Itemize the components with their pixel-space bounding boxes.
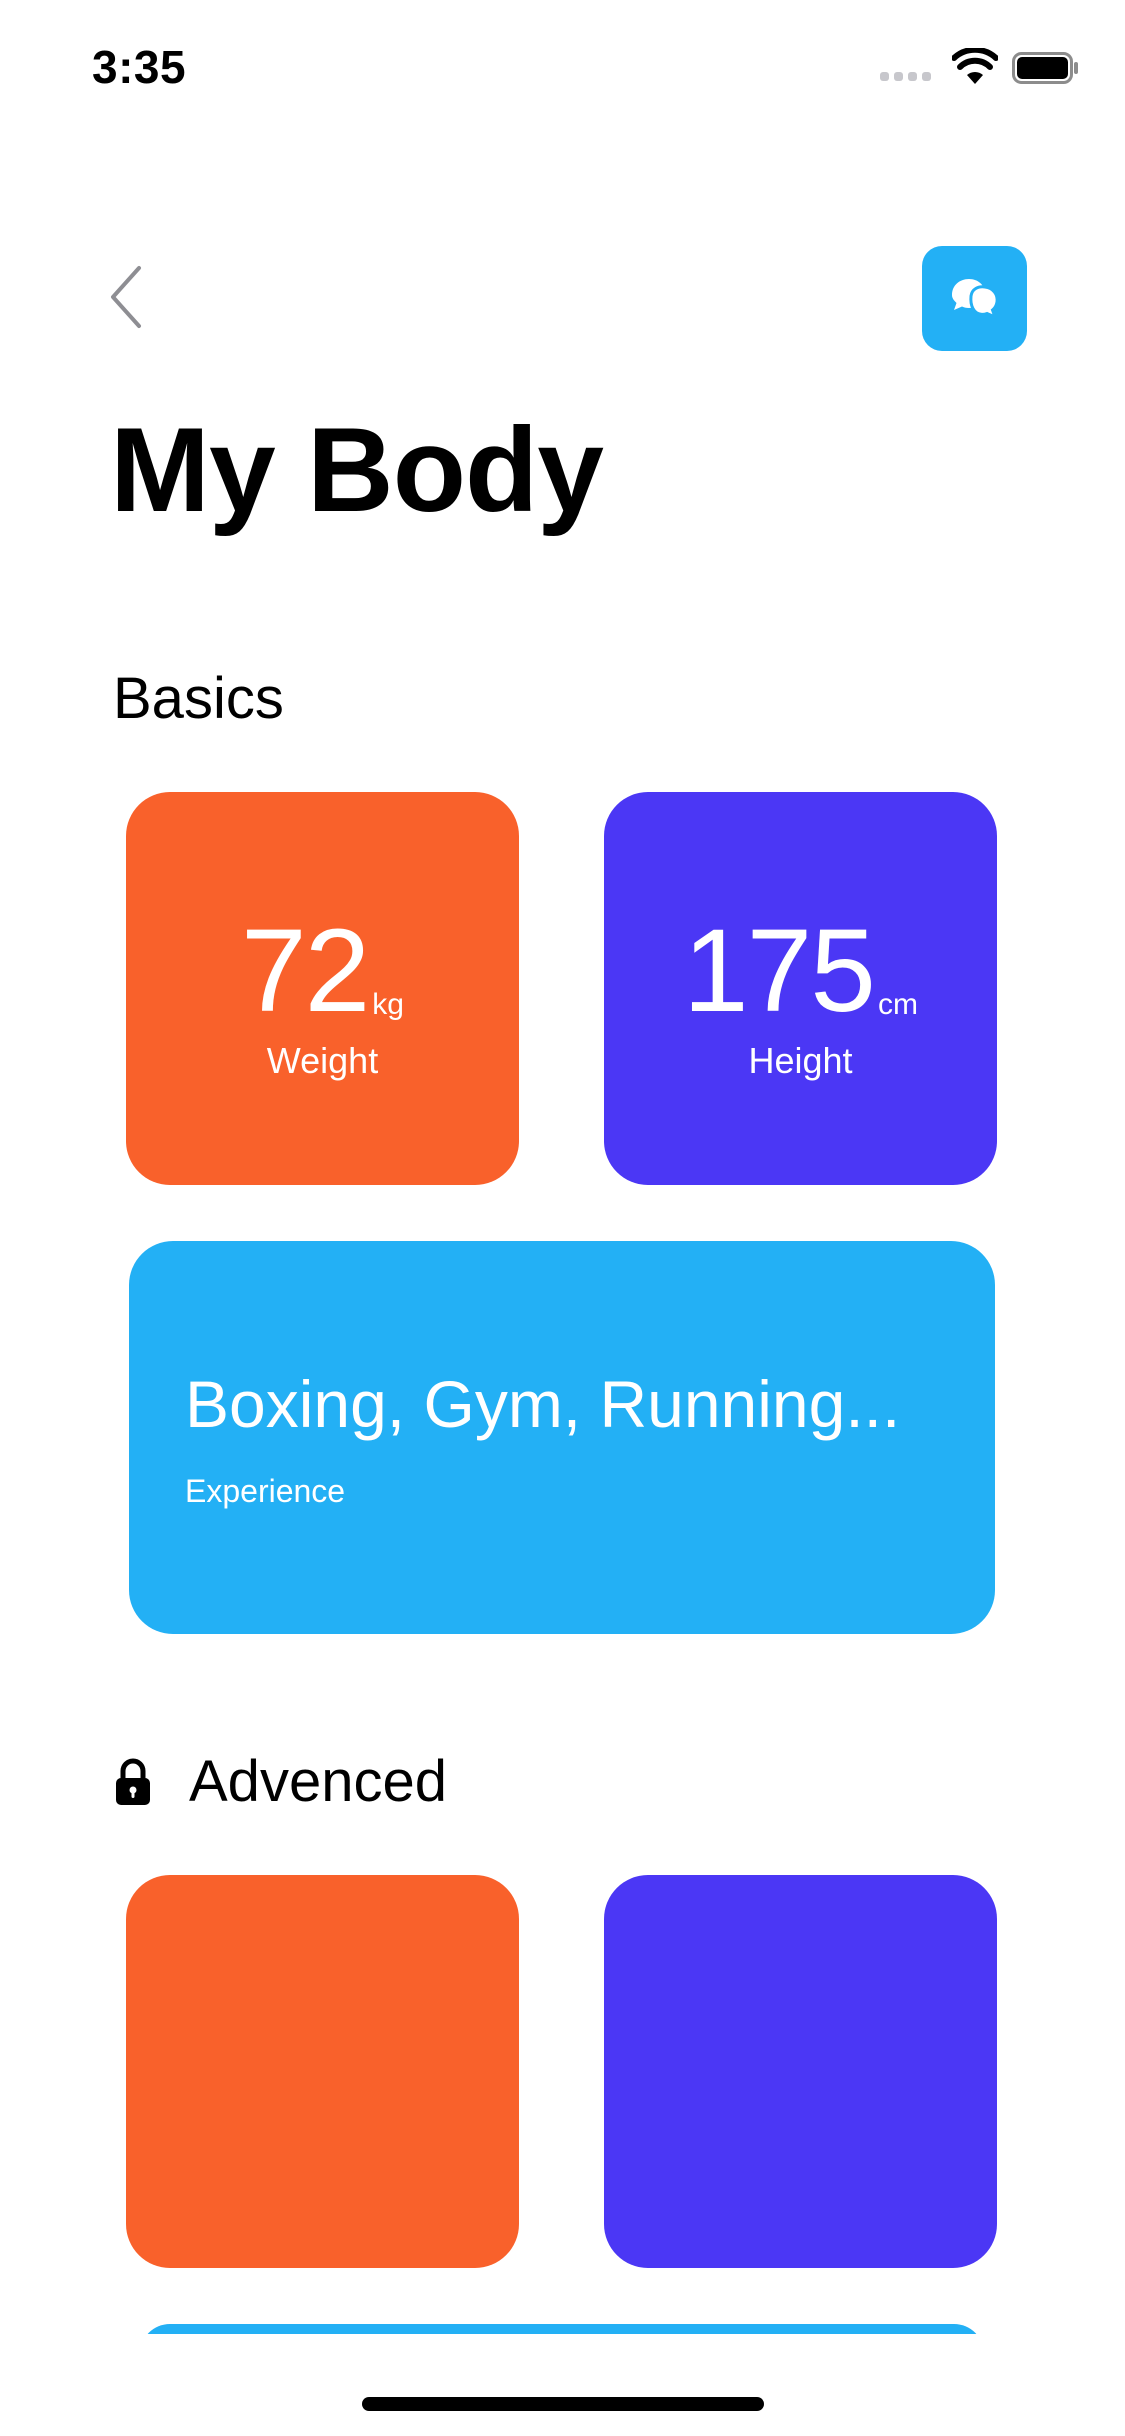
status-time: 3:35 <box>92 41 187 93</box>
section-title-advanced: Advenced <box>189 1749 447 1814</box>
section-header-advanced: Advenced <box>113 1753 447 1811</box>
advanced-card-1[interactable] <box>126 1875 519 2268</box>
cellular-signal-icon <box>880 72 931 81</box>
weight-metric: 72 kg <box>126 912 519 1030</box>
weight-label: Weight <box>266 1040 379 1081</box>
wifi-icon <box>952 48 998 84</box>
lock-icon <box>116 1758 150 1805</box>
advanced-card-2[interactable] <box>604 1875 997 2268</box>
status-bar: 3:35 <box>0 0 1125 132</box>
weight-card[interactable]: 72 kg Weight <box>126 792 519 1185</box>
page-title: My Body <box>110 403 604 537</box>
back-button[interactable] <box>105 262 157 332</box>
experience-label: Experience <box>185 1473 346 1509</box>
height-label: Height <box>748 1040 853 1081</box>
height-unit: cm <box>877 988 918 1021</box>
height-card[interactable]: 175 cm Height <box>604 792 997 1185</box>
battery-icon <box>1012 52 1078 84</box>
height-metric: 175 cm <box>604 912 997 1030</box>
chat-bubbles-icon <box>951 278 999 320</box>
weight-unit: kg <box>372 988 404 1021</box>
chat-button[interactable] <box>922 246 1027 351</box>
bottom-safe-area <box>0 2334 1125 2436</box>
height-value: 175 <box>683 905 876 1037</box>
home-indicator[interactable] <box>362 2397 764 2411</box>
weight-value: 72 <box>241 905 370 1037</box>
experience-value: Boxing, Gym, Running... <box>185 1367 901 1441</box>
section-title-basics: Basics <box>113 666 284 731</box>
chevron-left-icon <box>111 266 141 328</box>
experience-card[interactable]: Boxing, Gym, Running... Experience <box>129 1241 995 1634</box>
